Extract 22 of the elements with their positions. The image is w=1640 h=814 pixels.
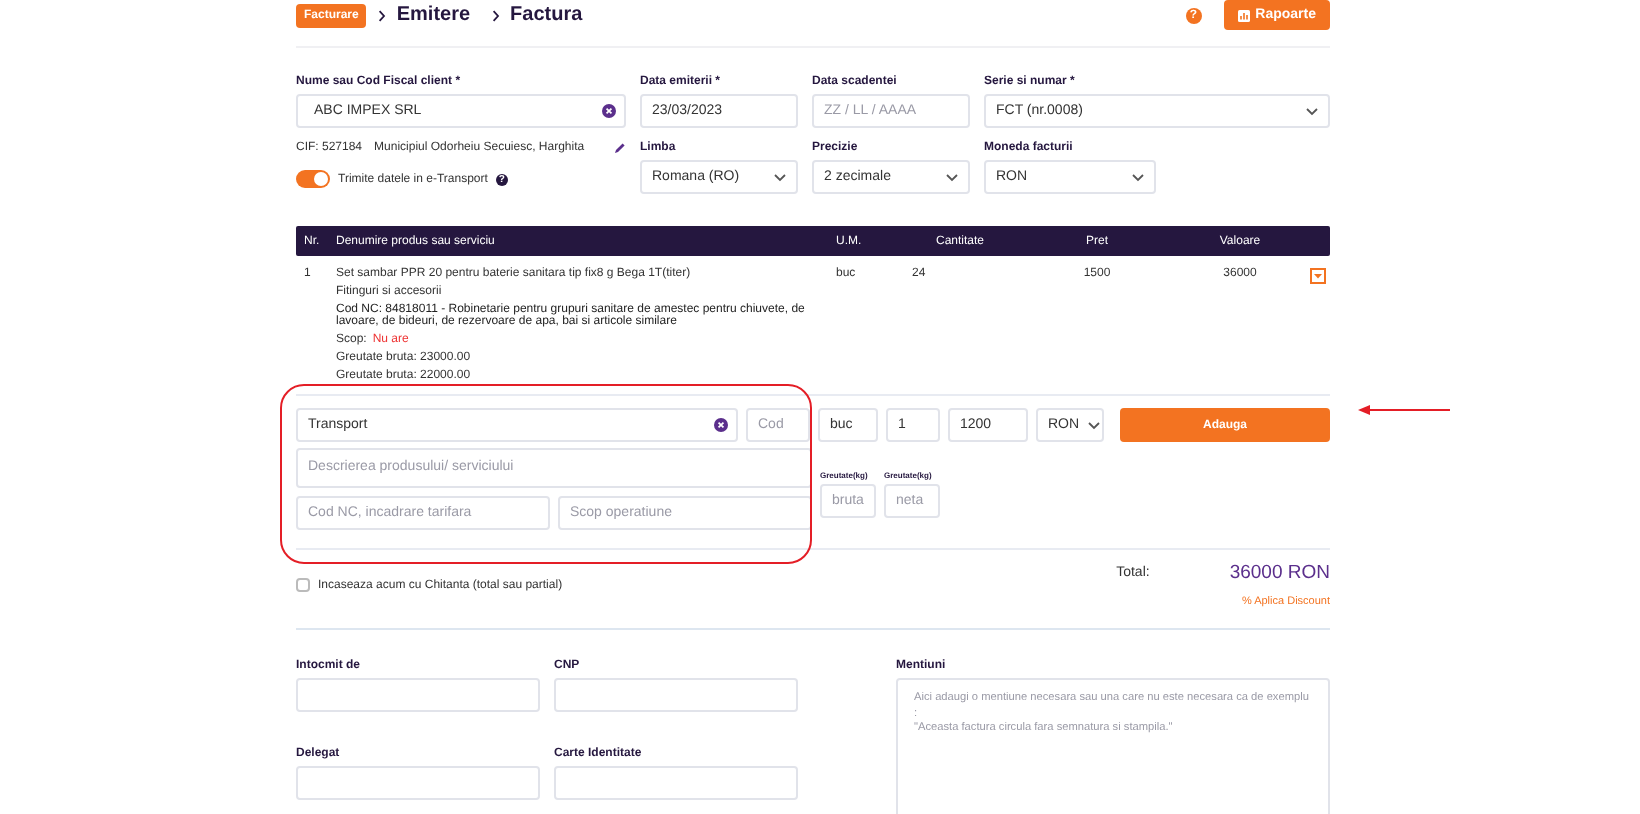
- clear-icon[interactable]: [602, 104, 616, 118]
- chevron-right-icon: [492, 9, 501, 21]
- chevron-down-icon: [946, 173, 958, 181]
- input-field[interactable]: [296, 766, 540, 801]
- total-value: 36000 RON: [1229, 562, 1330, 585]
- input-field[interactable]: [296, 678, 540, 713]
- pointer-arrow: [1358, 404, 1450, 417]
- chart-icon: [1237, 9, 1250, 21]
- checkbox[interactable]: [296, 578, 310, 593]
- chevron-down-icon: [1306, 107, 1318, 115]
- chevron-right-icon: [378, 9, 387, 21]
- toggle-switch[interactable]: [296, 170, 330, 188]
- input-field[interactable]: [554, 678, 798, 713]
- chevron-down-icon: [1087, 421, 1100, 430]
- clear-icon[interactable]: [714, 418, 728, 433]
- chevron-down-icon: [1132, 173, 1144, 181]
- chevron-down-icon: [774, 173, 786, 181]
- breadcrumb-title: Emitere: [396, 4, 471, 26]
- edit-icon[interactable]: [614, 142, 626, 154]
- breadcrumb-title: Factura: [510, 4, 583, 26]
- dropdown-icon[interactable]: [1310, 268, 1326, 284]
- input-field[interactable]: [554, 766, 798, 801]
